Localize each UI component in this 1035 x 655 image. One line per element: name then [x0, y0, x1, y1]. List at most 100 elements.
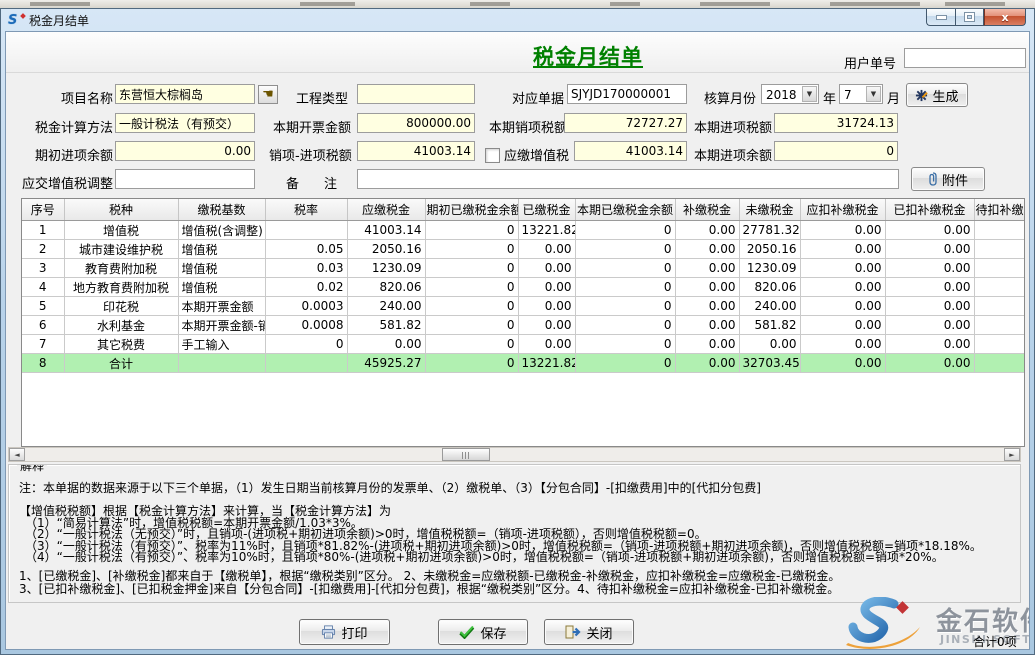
table-cell[interactable]: 0.00 — [347, 335, 425, 354]
table-cell[interactable] — [265, 221, 347, 240]
table-cell[interactable]: 0.00 — [800, 335, 885, 354]
table-cell[interactable]: 水利基金 — [64, 316, 178, 335]
table-cell[interactable]: 0 — [425, 259, 518, 278]
column-header[interactable]: 序号 — [22, 199, 64, 221]
table-cell[interactable]: 8 — [22, 354, 64, 373]
table-cell[interactable]: 0.00 — [885, 297, 974, 316]
table-cell[interactable]: 教育费附加税 — [64, 259, 178, 278]
table-cell[interactable]: 本期开票金额-销 — [178, 316, 265, 335]
table-cell[interactable]: 0.0003 — [265, 297, 347, 316]
table-cell[interactable]: 0 — [425, 316, 518, 335]
table-cell[interactable]: 增值税 — [178, 259, 265, 278]
table-cell[interactable]: 0.00 — [885, 221, 974, 240]
table-cell[interactable]: 0.00 — [800, 278, 885, 297]
table-cell[interactable]: 0 — [575, 335, 675, 354]
begin-input-balance-input[interactable] — [115, 141, 255, 161]
output-tax-input[interactable] — [564, 113, 687, 133]
table-cell[interactable]: 合计 — [64, 354, 178, 373]
table-cell[interactable]: 2 — [22, 240, 64, 259]
table-cell[interactable]: 581.82 — [739, 316, 800, 335]
scrollbar-thumb[interactable] — [442, 448, 490, 461]
table-cell[interactable]: 13221.82 — [518, 354, 575, 373]
table-cell[interactable]: 0 — [425, 354, 518, 373]
table-cell[interactable]: 0 — [575, 221, 675, 240]
table-cell[interactable]: 0.00 — [675, 335, 739, 354]
output-minus-input-input[interactable] — [357, 141, 475, 161]
table-cell[interactable]: 印花税 — [64, 297, 178, 316]
table-cell[interactable]: 820.06 — [739, 278, 800, 297]
table-cell[interactable]: 7 — [22, 335, 64, 354]
column-header[interactable]: 本期已缴税金余额 — [575, 199, 675, 221]
table-cell[interactable]: 0.00 — [518, 278, 575, 297]
table-cell[interactable]: 32703.45 — [739, 354, 800, 373]
vat-payable-input[interactable] — [574, 141, 687, 161]
maximize-button[interactable] — [955, 9, 984, 26]
table-row[interactable]: 6水利基金本期开票金额-销0.0008581.8200.0000.00581.8… — [22, 316, 1025, 335]
table-cell[interactable]: 0 — [575, 297, 675, 316]
dialog-close-button[interactable]: 关闭 — [544, 619, 634, 645]
scroll-left-button[interactable]: ◄ — [9, 448, 25, 461]
horizontal-scrollbar[interactable]: ◄ ► — [8, 447, 1021, 462]
table-cell[interactable]: 0.00 — [800, 240, 885, 259]
table-cell[interactable] — [974, 221, 1025, 240]
table-cell[interactable] — [974, 297, 1025, 316]
table-row[interactable]: 4地方教育费附加税增值税0.02820.0600.0000.00820.060.… — [22, 278, 1025, 297]
project-name-input[interactable] — [115, 84, 255, 104]
table-cell[interactable]: 0.03 — [265, 259, 347, 278]
table-cell[interactable]: 城市建设维护税 — [64, 240, 178, 259]
table-cell[interactable] — [974, 335, 1025, 354]
table-cell[interactable] — [974, 259, 1025, 278]
table-cell[interactable]: 0 — [425, 278, 518, 297]
table-cell[interactable]: 0.00 — [675, 240, 739, 259]
table-cell[interactable]: 0.00 — [675, 316, 739, 335]
table-cell[interactable]: 5 — [22, 297, 64, 316]
table-cell[interactable] — [974, 316, 1025, 335]
table-cell[interactable]: 45925.27 — [347, 354, 425, 373]
attachment-button[interactable]: 附件 — [911, 167, 985, 191]
table-cell[interactable]: 581.82 — [347, 316, 425, 335]
table-cell[interactable]: 0 — [425, 240, 518, 259]
table-cell[interactable]: 0 — [575, 259, 675, 278]
project-picker-button[interactable]: ☚ — [258, 85, 278, 104]
column-header[interactable]: 应缴税金 — [347, 199, 425, 221]
table-cell[interactable]: 0.00 — [885, 259, 974, 278]
vat-payable-checkbox[interactable] — [485, 148, 500, 163]
table-cell[interactable]: 0.00 — [800, 221, 885, 240]
table-cell[interactable]: 0.0008 — [265, 316, 347, 335]
table-cell[interactable] — [265, 354, 347, 373]
table-cell[interactable]: 0.00 — [675, 278, 739, 297]
table-cell[interactable]: 其它税费 — [64, 335, 178, 354]
chevron-down-icon[interactable]: ▼ — [802, 86, 817, 102]
user-no-input[interactable] — [904, 48, 1026, 68]
close-button[interactable]: x — [984, 9, 1026, 26]
vat-adjust-input[interactable] — [115, 169, 255, 189]
table-cell[interactable]: 0.00 — [739, 335, 800, 354]
table-cell[interactable]: 1230.09 — [347, 259, 425, 278]
table-cell[interactable]: 0.00 — [885, 316, 974, 335]
table-cell[interactable]: 0.00 — [518, 316, 575, 335]
column-header[interactable]: 已扣补缴税金 — [885, 199, 974, 221]
table-cell[interactable]: 0.00 — [885, 335, 974, 354]
table-total-row[interactable]: 8合计45925.27013221.8200.0032703.450.000.0… — [22, 354, 1025, 373]
table-cell[interactable]: 0.00 — [800, 259, 885, 278]
related-doc-input[interactable] — [567, 84, 687, 104]
table-row[interactable]: 1增值税增值税(含调整)41003.14013221.8200.0027781.… — [22, 221, 1025, 240]
print-button[interactable]: 打印 — [299, 619, 390, 645]
table-cell[interactable]: 0.02 — [265, 278, 347, 297]
year-select[interactable]: 2018 ▼ — [761, 84, 819, 104]
table-cell[interactable]: 1230.09 — [739, 259, 800, 278]
column-header[interactable]: 期初已缴税金余额 — [425, 199, 518, 221]
column-header[interactable]: 待扣补缴税金 — [974, 199, 1025, 221]
table-cell[interactable]: 27781.32 — [739, 221, 800, 240]
table-cell[interactable]: 0 — [575, 354, 675, 373]
table-cell[interactable]: 240.00 — [739, 297, 800, 316]
remark-input[interactable] — [357, 169, 899, 189]
minimize-button[interactable] — [926, 9, 955, 26]
table-cell[interactable]: 地方教育费附加税 — [64, 278, 178, 297]
input-tax-input[interactable] — [774, 113, 898, 133]
title-bar[interactable]: S 税金月结单 x — [1, 9, 1034, 31]
column-header[interactable]: 税种 — [64, 199, 178, 221]
table-cell[interactable]: 2050.16 — [739, 240, 800, 259]
table-cell[interactable]: 820.06 — [347, 278, 425, 297]
table-cell[interactable]: 0.00 — [675, 259, 739, 278]
